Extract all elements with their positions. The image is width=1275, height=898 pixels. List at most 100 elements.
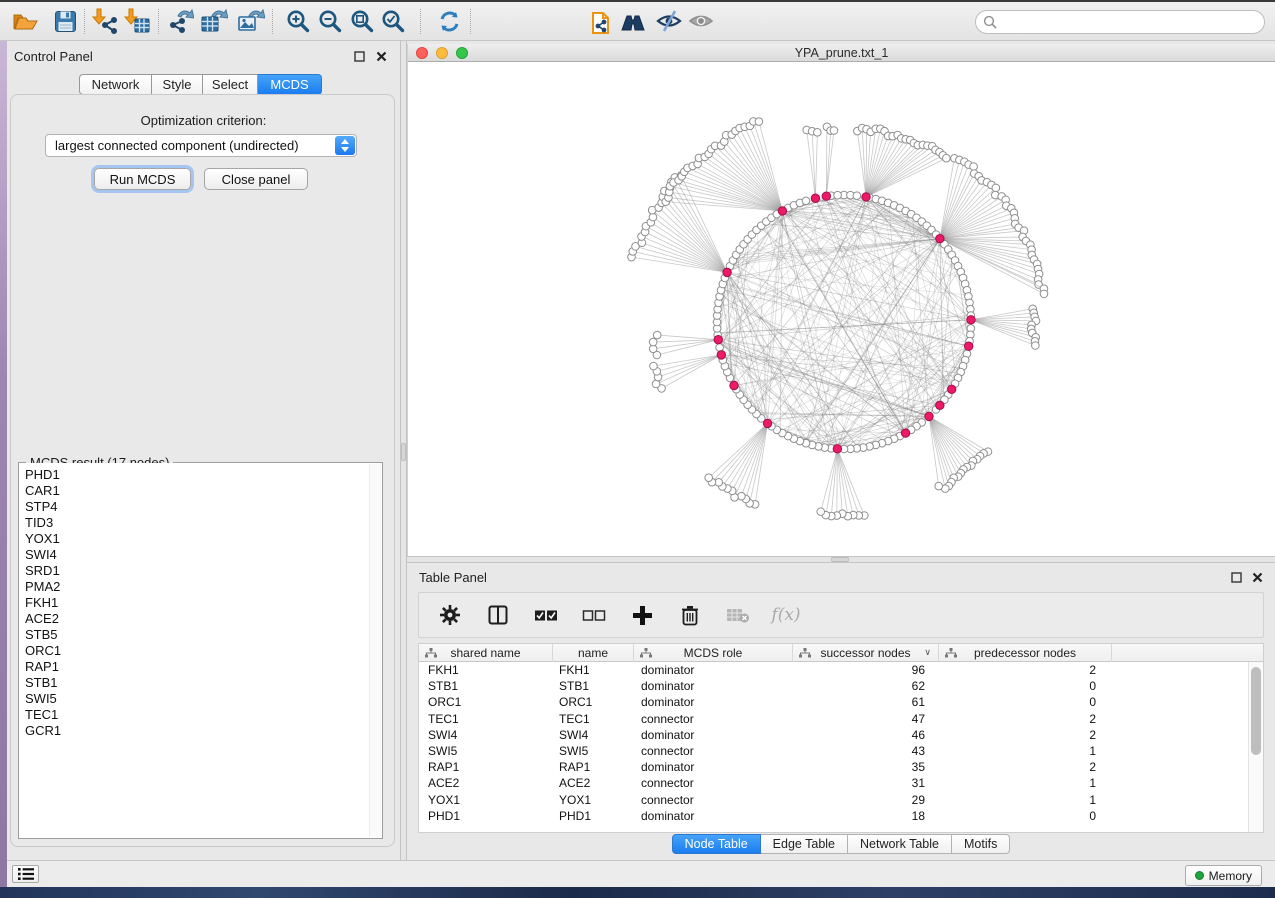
leaf-node[interactable] xyxy=(830,127,838,135)
table-cell[interactable]: dominator xyxy=(634,808,793,824)
table-cell[interactable]: 0 xyxy=(939,678,1112,694)
import-table-button[interactable] xyxy=(122,6,152,36)
open-file-button[interactable] xyxy=(10,6,40,36)
table-cell[interactable]: RAP1 xyxy=(553,759,634,775)
tab-select[interactable]: Select xyxy=(203,74,258,95)
column-header-mcds-role[interactable]: MCDS role xyxy=(634,644,793,662)
mcds-node[interactable] xyxy=(714,335,722,343)
zoom-in-button[interactable] xyxy=(283,6,313,36)
mcds-list-scrollbar[interactable] xyxy=(369,464,381,837)
table-cell[interactable]: dominator xyxy=(634,759,793,775)
criterion-dropdown[interactable]: largest connected component (undirected) xyxy=(45,134,357,157)
leaf-node[interactable] xyxy=(705,474,713,482)
table-cell[interactable]: SWI4 xyxy=(419,727,553,743)
table-cell[interactable]: 1 xyxy=(939,743,1112,759)
vertical-splitter[interactable] xyxy=(400,41,407,860)
list-item[interactable]: CAR1 xyxy=(25,483,382,499)
mcds-node[interactable] xyxy=(948,385,956,393)
tab-network[interactable]: Network xyxy=(79,74,152,95)
show-column-panel-button[interactable] xyxy=(485,602,511,628)
table-row[interactable]: ORC1ORC1dominator610 xyxy=(419,694,1248,710)
table-cell[interactable]: SWI5 xyxy=(553,743,634,759)
create-column-button[interactable] xyxy=(629,602,655,628)
table-cell[interactable]: 2 xyxy=(939,711,1112,727)
table-row[interactable]: SWI4SWI4dominator462 xyxy=(419,727,1248,743)
leaf-node[interactable] xyxy=(992,184,1000,192)
table-cell[interactable]: 2 xyxy=(939,759,1112,775)
mcds-node[interactable] xyxy=(763,419,771,427)
table-cell[interactable]: 43 xyxy=(793,743,939,759)
import-network-button[interactable] xyxy=(90,6,120,36)
network-node[interactable] xyxy=(716,344,724,352)
leaf-node[interactable] xyxy=(649,213,657,221)
mcds-node[interactable] xyxy=(936,234,944,242)
tab-mcds[interactable]: MCDS xyxy=(258,74,322,95)
splitter-grip[interactable] xyxy=(831,557,849,562)
list-item[interactable]: FKH1 xyxy=(25,595,382,611)
table-cell[interactable]: FKH1 xyxy=(419,662,553,678)
tab-node-table[interactable]: Node Table xyxy=(672,834,761,854)
mcds-node[interactable] xyxy=(811,194,819,202)
table-row[interactable]: STB1STB1dominator620 xyxy=(419,678,1248,694)
select-all-columns-button[interactable] xyxy=(533,602,559,628)
mcds-node[interactable] xyxy=(964,342,972,350)
memory-button[interactable]: Memory xyxy=(1185,865,1262,886)
mcds-node[interactable] xyxy=(936,401,944,409)
column-header-name[interactable]: name xyxy=(553,644,634,662)
table-cell[interactable]: STB1 xyxy=(419,678,553,694)
mcds-node[interactable] xyxy=(778,207,786,215)
leaf-node[interactable] xyxy=(970,163,978,171)
mcds-node[interactable] xyxy=(822,192,830,200)
float-panel-icon[interactable] xyxy=(1230,571,1243,584)
export-table-button[interactable] xyxy=(199,6,229,36)
table-cell[interactable]: 2 xyxy=(939,662,1112,678)
leaf-node[interactable] xyxy=(1040,290,1048,298)
list-item[interactable]: STB5 xyxy=(25,627,382,643)
table-cell[interactable]: 35 xyxy=(793,759,939,775)
table-cell[interactable]: 1 xyxy=(939,775,1112,791)
list-item[interactable]: ORC1 xyxy=(25,643,382,659)
table-cell[interactable]: 1 xyxy=(939,792,1112,808)
scrollbar-thumb[interactable] xyxy=(1251,667,1261,755)
clone-network-button[interactable] xyxy=(588,6,618,36)
table-cell[interactable]: 18 xyxy=(793,808,939,824)
leaf-node[interactable] xyxy=(1032,342,1040,350)
close-panel-icon[interactable] xyxy=(1251,571,1264,584)
tab-style[interactable]: Style xyxy=(152,74,203,95)
table-cell[interactable]: 62 xyxy=(793,678,939,694)
table-row[interactable]: SWI5SWI5connector431 xyxy=(419,743,1248,759)
table-cell[interactable]: 29 xyxy=(793,792,939,808)
table-cell[interactable]: YOX1 xyxy=(553,792,634,808)
table-row[interactable]: TEC1TEC1connector472 xyxy=(419,711,1248,727)
column-header-successor-nodes[interactable]: successor nodes ∨ xyxy=(793,644,939,662)
network-canvas[interactable] xyxy=(408,62,1275,556)
table-cell[interactable]: PHD1 xyxy=(419,808,553,824)
mcds-node[interactable] xyxy=(723,268,731,276)
search-input[interactable] xyxy=(975,10,1265,34)
list-item[interactable]: PHD1 xyxy=(25,467,382,483)
table-cell[interactable]: ACE2 xyxy=(553,775,634,791)
mcds-node[interactable] xyxy=(901,429,909,437)
table-cell[interactable]: 31 xyxy=(793,775,939,791)
table-cell[interactable]: 47 xyxy=(793,711,939,727)
list-item[interactable]: SWI5 xyxy=(25,691,382,707)
mcds-result-list[interactable]: PHD1CAR1STP4TID3YOX1SWI4SRD1PMA2FKH1ACE2… xyxy=(19,463,382,838)
table-row[interactable]: PHD1PHD1dominator180 xyxy=(419,808,1248,824)
tab-motifs[interactable]: Motifs xyxy=(952,834,1010,854)
leaf-node[interactable] xyxy=(817,508,825,516)
close-panel-button[interactable]: Close panel xyxy=(204,168,308,190)
list-item[interactable]: TID3 xyxy=(25,515,382,531)
show-graphics-details-button[interactable] xyxy=(686,6,716,36)
leaf-node[interactable] xyxy=(738,492,746,500)
table-settings-button[interactable] xyxy=(437,602,463,628)
mcds-node[interactable] xyxy=(925,412,933,420)
table-cell[interactable]: 0 xyxy=(939,694,1112,710)
float-panel-icon[interactable] xyxy=(353,50,366,63)
close-panel-icon[interactable] xyxy=(375,50,388,63)
table-cell[interactable]: TEC1 xyxy=(553,711,634,727)
network-node[interactable] xyxy=(853,192,861,200)
splitter-grip[interactable] xyxy=(401,443,406,461)
table-cell[interactable]: connector xyxy=(634,775,793,791)
table-cell[interactable]: ACE2 xyxy=(419,775,553,791)
table-scrollbar[interactable] xyxy=(1248,662,1263,832)
